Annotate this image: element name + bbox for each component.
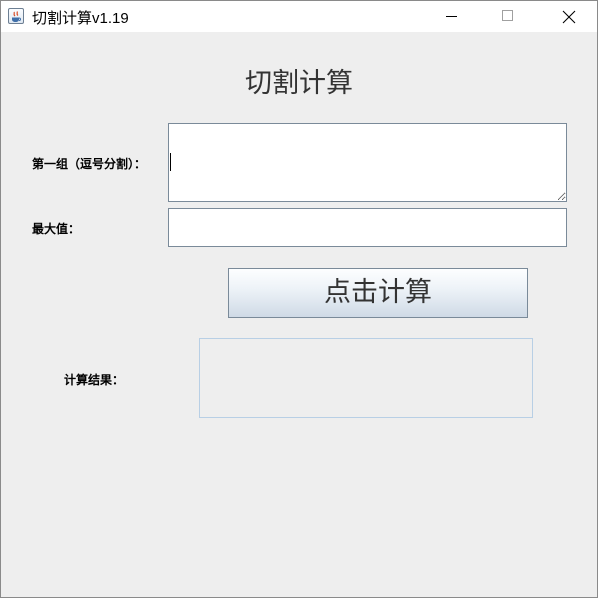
maximize-icon <box>502 10 513 21</box>
maximize-button[interactable] <box>485 1 531 32</box>
minimize-button[interactable] <box>429 1 475 32</box>
group-input[interactable] <box>168 123 567 202</box>
calculate-button[interactable]: 点击计算 <box>228 268 528 318</box>
text-caret <box>170 153 171 171</box>
app-window: 切割计算v1.19 切割计算 第一组（逗号分割）： 最大值： 点击计算 计算结果… <box>0 0 598 598</box>
close-button[interactable] <box>545 1 591 32</box>
title-bar[interactable]: 切割计算v1.19 <box>1 1 597 32</box>
main-panel: 切割计算 第一组（逗号分割）： 最大值： 点击计算 计算结果： <box>1 32 597 597</box>
max-value-input[interactable] <box>168 208 567 247</box>
result-label: 计算结果： <box>64 373 125 387</box>
result-output <box>199 338 533 418</box>
page-title: 切割计算 <box>245 68 353 99</box>
max-value-label: 最大值： <box>32 222 81 236</box>
close-icon <box>562 10 576 24</box>
minimize-icon <box>446 16 457 17</box>
java-app-icon[interactable] <box>8 8 24 24</box>
window-title: 切割计算v1.19 <box>32 10 129 27</box>
group-label: 第一组（逗号分割）： <box>32 157 147 171</box>
